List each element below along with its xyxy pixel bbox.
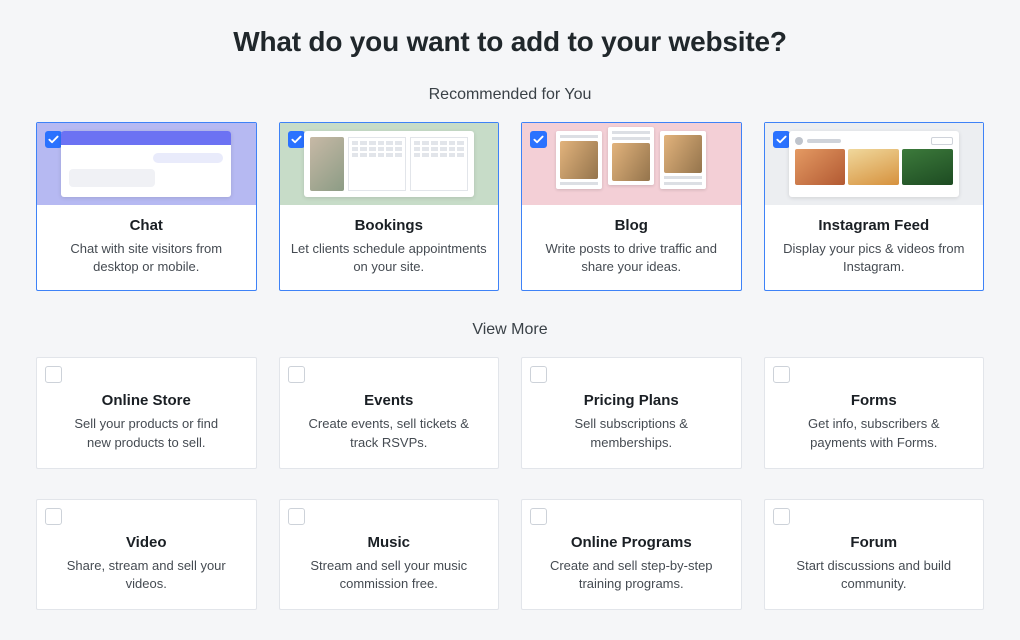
checkbox-online-store[interactable] bbox=[45, 366, 62, 383]
card-video[interactable]: Video Share, stream and sell your videos… bbox=[36, 499, 257, 610]
card-title: Chat bbox=[37, 217, 256, 234]
card-title: Online Programs bbox=[536, 534, 727, 551]
checkbox-forum[interactable] bbox=[773, 508, 790, 525]
recommended-label: Recommended for You bbox=[36, 86, 984, 104]
card-title: Video bbox=[51, 534, 242, 551]
card-desc: Create events, sell tickets & track RSVP… bbox=[294, 415, 485, 451]
view-more-label: View More bbox=[36, 321, 984, 339]
card-title: Forms bbox=[779, 392, 970, 409]
card-desc: Get info, subscribers & payments with Fo… bbox=[779, 415, 970, 451]
card-desc: Write posts to drive traffic and share y… bbox=[522, 240, 741, 276]
card-blog[interactable]: Blog Write posts to drive traffic and sh… bbox=[521, 122, 742, 291]
checkbox-music[interactable] bbox=[288, 508, 305, 525]
card-title: Instagram Feed bbox=[765, 217, 984, 234]
card-desc: Create and sell step-by-step training pr… bbox=[536, 557, 727, 593]
checkbox-forms[interactable] bbox=[773, 366, 790, 383]
card-forum[interactable]: Forum Start discussions and build commun… bbox=[764, 499, 985, 610]
check-icon bbox=[48, 134, 59, 145]
check-icon bbox=[776, 134, 787, 145]
checkbox-online-programs[interactable] bbox=[530, 508, 547, 525]
checkbox-pricing-plans[interactable] bbox=[530, 366, 547, 383]
card-desc: Share, stream and sell your videos. bbox=[51, 557, 242, 593]
card-desc: Stream and sell your music commission fr… bbox=[294, 557, 485, 593]
card-title: Forum bbox=[779, 534, 970, 551]
check-icon bbox=[533, 134, 544, 145]
card-online-store[interactable]: Online Store Sell your products or find … bbox=[36, 357, 257, 468]
checkbox-video[interactable] bbox=[45, 508, 62, 525]
more-grid-row1: Online Store Sell your products or find … bbox=[36, 357, 984, 468]
card-desc: Sell subscriptions & memberships. bbox=[536, 415, 727, 451]
checkbox-blog[interactable] bbox=[530, 131, 547, 148]
card-music[interactable]: Music Stream and sell your music commiss… bbox=[279, 499, 500, 610]
card-desc: Chat with site visitors from desktop or … bbox=[37, 240, 256, 276]
card-forms[interactable]: Forms Get info, subscribers & payments w… bbox=[764, 357, 985, 468]
checkbox-events[interactable] bbox=[288, 366, 305, 383]
card-thumb-instagram bbox=[765, 123, 984, 205]
card-thumb-blog bbox=[522, 123, 741, 205]
checkbox-chat[interactable] bbox=[45, 131, 62, 148]
card-desc: Display your pics & videos from Instagra… bbox=[765, 240, 984, 276]
card-events[interactable]: Events Create events, sell tickets & tra… bbox=[279, 357, 500, 468]
card-bookings[interactable]: Bookings Let clients schedule appointmen… bbox=[279, 122, 500, 291]
card-chat[interactable]: Chat Chat with site visitors from deskto… bbox=[36, 122, 257, 291]
card-title: Online Store bbox=[51, 392, 242, 409]
card-pricing-plans[interactable]: Pricing Plans Sell subscriptions & membe… bbox=[521, 357, 742, 468]
card-thumb-chat bbox=[37, 123, 256, 205]
card-title: Pricing Plans bbox=[536, 392, 727, 409]
recommended-grid: Chat Chat with site visitors from deskto… bbox=[36, 122, 984, 291]
card-desc: Sell your products or find new products … bbox=[51, 415, 242, 451]
checkbox-bookings[interactable] bbox=[288, 131, 305, 148]
page-title: What do you want to add to your website? bbox=[36, 26, 984, 58]
card-title: Blog bbox=[522, 217, 741, 234]
more-grid-row2: Video Share, stream and sell your videos… bbox=[36, 499, 984, 610]
card-title: Events bbox=[294, 392, 485, 409]
card-online-programs[interactable]: Online Programs Create and sell step-by-… bbox=[521, 499, 742, 610]
card-title: Bookings bbox=[280, 217, 499, 234]
card-instagram-feed[interactable]: Instagram Feed Display your pics & video… bbox=[764, 122, 985, 291]
checkbox-instagram-feed[interactable] bbox=[773, 131, 790, 148]
card-thumb-bookings bbox=[280, 123, 499, 205]
card-desc: Let clients schedule appointments on you… bbox=[280, 240, 499, 276]
check-icon bbox=[291, 134, 302, 145]
card-desc: Start discussions and build community. bbox=[779, 557, 970, 593]
card-title: Music bbox=[294, 534, 485, 551]
